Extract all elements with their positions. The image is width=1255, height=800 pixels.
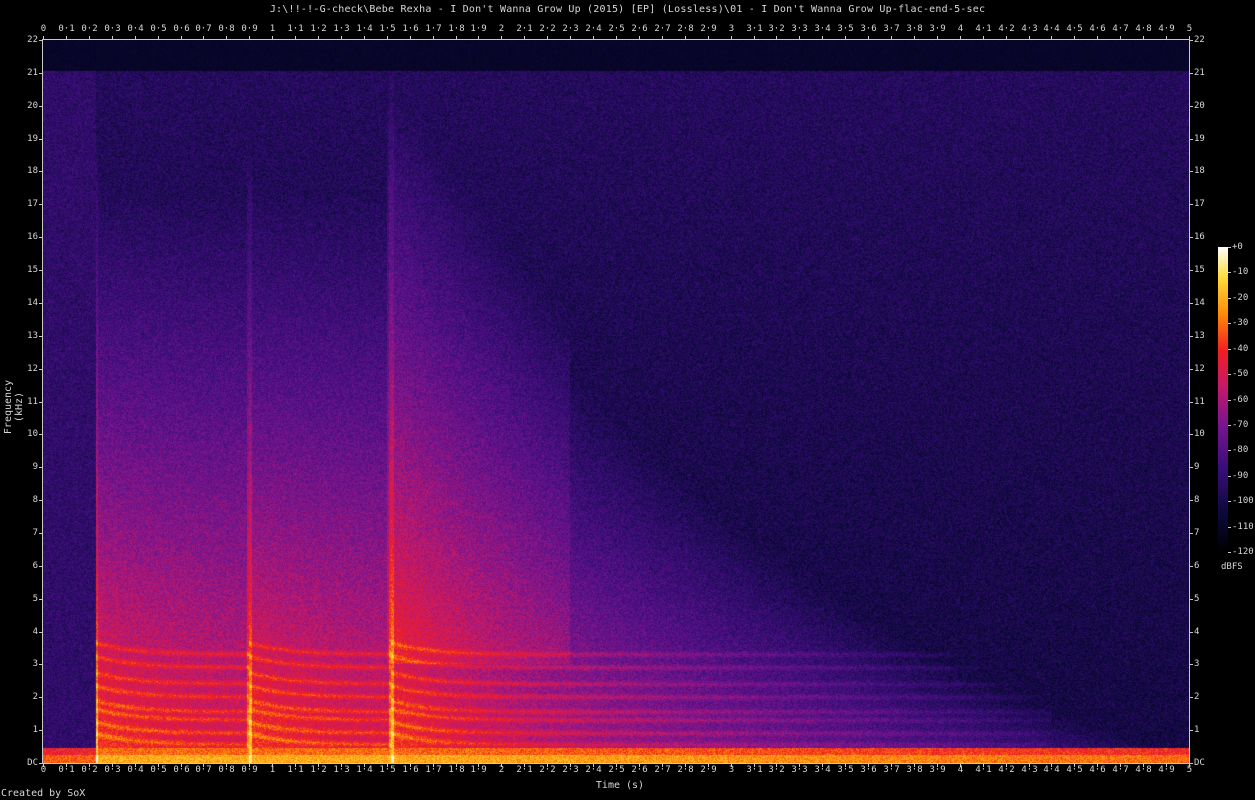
y-tick-label-right: 13 xyxy=(1194,330,1205,341)
axes-frame xyxy=(39,36,1231,767)
plot-frame xyxy=(42,39,1190,764)
y-tick-label-left: 5 xyxy=(32,593,38,604)
y-tick-label-left: 14 xyxy=(27,297,38,308)
y-tick-label-right: 3 xyxy=(1194,658,1200,669)
y-tick-label-left: DC xyxy=(27,757,38,768)
colorbar-tick-label: -70 xyxy=(1232,419,1249,430)
colorbar-tick-label: -80 xyxy=(1232,444,1249,455)
y-tick-label-right: 10 xyxy=(1194,428,1205,439)
colorbar-tick-label: -30 xyxy=(1232,317,1249,328)
y-tick-label-right: 2 xyxy=(1194,691,1200,702)
y-tick-label-left: 22 xyxy=(27,34,38,45)
y-tick-label-right: 1 xyxy=(1194,724,1200,735)
y-tick-label-right: DC xyxy=(1194,757,1205,768)
y-axis-label: Frequency (kHz) xyxy=(3,379,25,435)
x-tick-label-top: 5 xyxy=(1186,24,1193,34)
y-tick-label-left: 7 xyxy=(32,527,38,538)
colorbar-tick-label: -40 xyxy=(1232,343,1249,354)
y-tick-label-left: 21 xyxy=(27,67,38,78)
y-tick-label-left: 1 xyxy=(32,724,38,735)
colorbar-unit-label: dBFS xyxy=(1221,562,1243,572)
colorbar-tick-label: -60 xyxy=(1232,394,1249,405)
colorbar-tick-label: -100 xyxy=(1232,495,1254,506)
colorbar-tick-label: -90 xyxy=(1232,470,1249,481)
y-tick-label-left: 20 xyxy=(27,100,38,111)
y-tick-label-right: 14 xyxy=(1194,297,1205,308)
y-tick-label-right: 17 xyxy=(1194,198,1205,209)
y-tick-label-right: 11 xyxy=(1194,396,1205,407)
y-tick-label-right: 5 xyxy=(1194,593,1200,604)
y-tick-label-right: 4 xyxy=(1194,626,1200,637)
y-tick-label-left: 15 xyxy=(27,264,38,275)
colorbar-tick-label: -120 xyxy=(1232,546,1254,557)
y-tick-label-left: 17 xyxy=(27,198,38,209)
x-axis-label: Time (s) xyxy=(595,780,645,791)
colorbar-tick-label: -20 xyxy=(1232,292,1249,303)
y-tick-label-right: 19 xyxy=(1194,133,1205,144)
y-tick-label-left: 4 xyxy=(32,626,38,637)
y-tick-label-right: 9 xyxy=(1194,461,1200,472)
y-tick-label-right: 6 xyxy=(1194,560,1200,571)
y-tick-label-right: 20 xyxy=(1194,100,1205,111)
y-tick-label-left: 16 xyxy=(27,231,38,242)
y-tick-label-left: 19 xyxy=(27,133,38,144)
colorbar-tick-label: -110 xyxy=(1232,521,1254,532)
y-tick-label-right: 18 xyxy=(1194,165,1205,176)
y-tick-label-right: 22 xyxy=(1194,34,1205,45)
y-tick-label-right: 12 xyxy=(1194,363,1205,374)
y-tick-label-left: 8 xyxy=(32,494,38,505)
y-tick-label-left: 9 xyxy=(32,461,38,472)
y-tick-label-left: 3 xyxy=(32,658,38,669)
y-tick-label-right: 16 xyxy=(1194,231,1205,242)
credit-text: Created by SoX xyxy=(1,788,86,799)
y-tick-label-right: 7 xyxy=(1194,527,1200,538)
y-tick-label-left: 2 xyxy=(32,691,38,702)
y-tick-label-right: 15 xyxy=(1194,264,1205,275)
y-tick-label-right: 21 xyxy=(1194,67,1205,78)
colorbar-tick-label: -10 xyxy=(1232,266,1249,277)
y-tick-label-left: 18 xyxy=(27,165,38,176)
y-tick-label-left: 13 xyxy=(27,330,38,341)
y-tick-label-right: 8 xyxy=(1194,494,1200,505)
y-tick-label-left: 6 xyxy=(32,560,38,571)
colorbar-tick-label: -50 xyxy=(1232,368,1249,379)
colorbar-tick-label: +0 xyxy=(1232,241,1243,252)
colorbar xyxy=(1218,247,1228,552)
